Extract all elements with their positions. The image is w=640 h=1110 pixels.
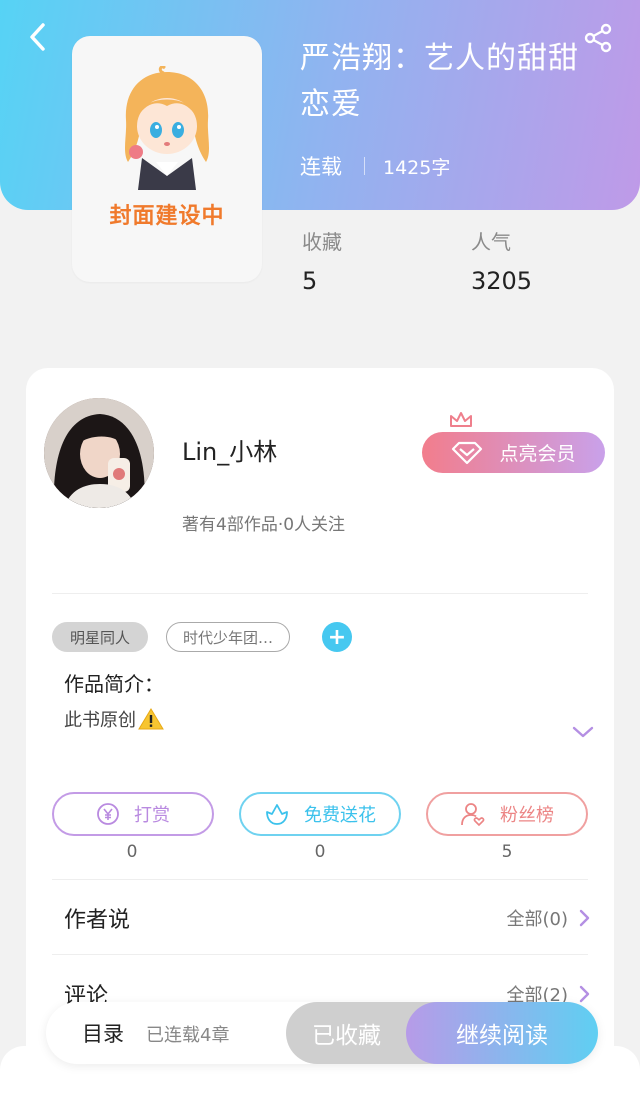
cover-placeholder-text: 封面建设中 <box>109 204 225 229</box>
flower-count: 0 <box>314 842 326 862</box>
crown-icon <box>450 412 472 427</box>
chevron-down-icon[interactable] <box>570 722 596 742</box>
chevron-right-icon <box>579 909 590 927</box>
tip-label: 打赏 <box>134 805 170 826</box>
stat-collect: 收藏 5 <box>302 226 342 295</box>
fans-ranking-label: 粉丝榜 <box>500 805 554 826</box>
author-says-title: 作者说 <box>64 908 131 933</box>
author-says-all[interactable]: 全部(0) <box>507 905 591 931</box>
meta-divider <box>364 157 365 175</box>
author-says-all-label: 全部(0) <box>506 909 569 930</box>
divider <box>52 954 588 955</box>
intro-title: 作品简介： <box>64 672 164 696</box>
flower-icon <box>266 804 288 825</box>
send-flower-label: 免费送花 <box>304 805 376 826</box>
tip-count: 0 <box>126 842 138 862</box>
intro-text: 此书原创 <box>64 710 136 731</box>
cover-illustration <box>124 66 210 190</box>
stat-value: 3205 <box>471 267 533 295</box>
divider <box>52 593 588 594</box>
user-heart-icon <box>461 803 485 827</box>
collected-label: 已收藏 <box>312 1023 381 1049</box>
yen-coin-icon <box>97 803 119 825</box>
book-word-count: 1425字 <box>383 156 451 179</box>
divider <box>52 879 588 880</box>
book-meta: 连载 1425字 <box>300 150 450 182</box>
stat-label: 收藏 <box>302 230 342 254</box>
stat-label: 人气 <box>471 230 511 254</box>
vip-button[interactable]: 点亮会员 <box>422 432 605 473</box>
book-status: 连载 <box>300 155 342 179</box>
author-avatar[interactable] <box>44 398 154 508</box>
author-says-row[interactable]: 作者说 全部(0) <box>64 898 590 938</box>
chapter-count: 已连载4章 <box>146 1025 230 1046</box>
continue-reading-label: 继续阅读 <box>456 1023 548 1049</box>
tip-button[interactable]: 打赏 <box>52 792 214 836</box>
book-cover: 封面建设中 <box>72 36 262 282</box>
author-info: 著有4部作品·0人关注 <box>182 515 346 535</box>
author-name[interactable]: Lin_小林 <box>182 432 277 467</box>
fans-ranking-button[interactable]: 粉丝榜 <box>426 792 588 836</box>
warning-icon <box>138 708 164 730</box>
send-flower-button[interactable]: 免费送花 <box>239 792 401 836</box>
fans-count: 5 <box>501 842 513 862</box>
continue-reading-button[interactable]: 继续阅读 <box>406 1002 598 1064</box>
table-of-contents-button[interactable]: 目录 <box>82 1018 124 1048</box>
book-title: 严浩翔：艺人的甜甜恋爱 <box>300 41 579 122</box>
tag-chip[interactable]: 明星同人 <box>52 622 148 652</box>
back-button[interactable] <box>22 20 52 54</box>
add-tag-button[interactable]: + <box>322 622 352 652</box>
stat-popularity: 人气 3205 <box>471 226 532 295</box>
vip-button-label: 点亮会员 <box>499 443 576 465</box>
avatar-image <box>44 398 154 508</box>
chevron-left-icon <box>30 23 45 51</box>
stat-value: 5 <box>302 267 318 295</box>
diamond-icon <box>452 441 483 464</box>
chevron-right-icon <box>579 985 590 1003</box>
tag-chip[interactable]: 时代少年团… <box>166 622 290 652</box>
intro-body: 此书原创 <box>64 706 164 732</box>
